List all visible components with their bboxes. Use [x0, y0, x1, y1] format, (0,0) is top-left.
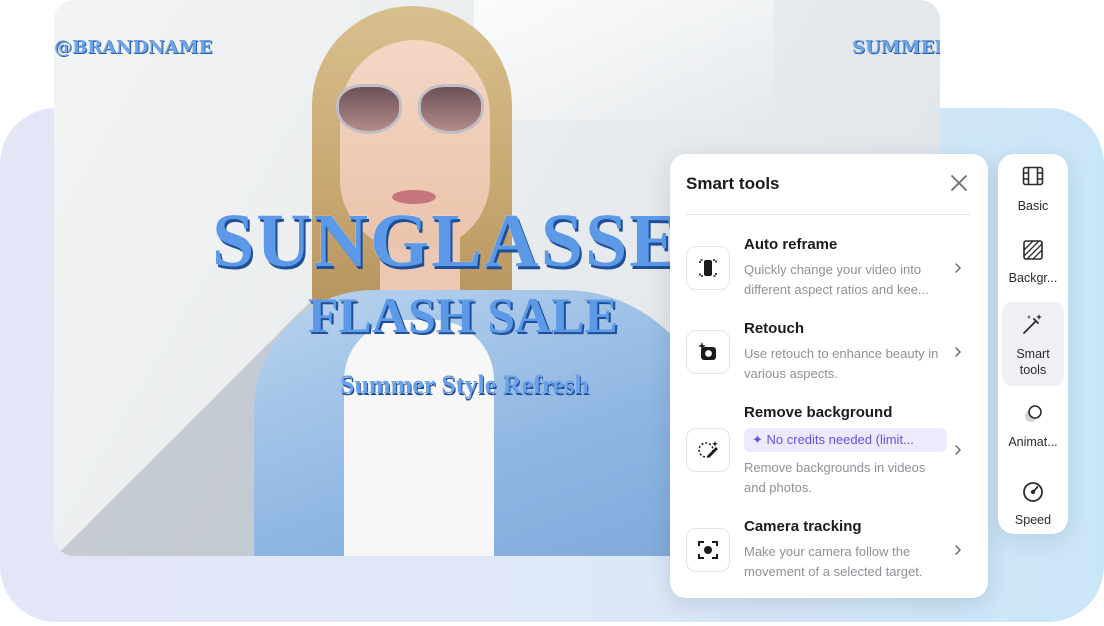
- rail-label: Animat...: [1008, 435, 1058, 449]
- smart-tools-panel: Smart tools Auto reframe Quickly change …: [670, 154, 988, 598]
- tool-auto-reframe[interactable]: Auto reframe Quickly change your video i…: [686, 236, 976, 302]
- property-rail: Basic Backgr... Smart tools Animat... Sp…: [998, 154, 1068, 534]
- brand-watermark-left: @BRANDNAME: [54, 37, 213, 58]
- rail-item-smart-tools[interactable]: Smart tools: [1002, 302, 1064, 386]
- animation-icon: [1025, 405, 1042, 422]
- tool-remove-background[interactable]: Remove background ✦ No credits needed (l…: [686, 404, 976, 498]
- tool-name: Auto reframe: [744, 236, 838, 253]
- magic-wand-icon: [1023, 314, 1042, 334]
- rail-label: Smart tools: [1016, 347, 1050, 377]
- tool-retouch[interactable]: Retouch Use retouch to enhance beauty in…: [686, 320, 976, 386]
- close-icon: [951, 175, 967, 191]
- chevron-right-icon: [955, 445, 962, 455]
- tool-name: Camera tracking: [744, 518, 862, 535]
- tool-description: Quickly change your video into different…: [744, 262, 929, 297]
- tool-description: Make your camera follow the movement of …: [744, 544, 923, 579]
- chevron-right-icon: [955, 545, 962, 555]
- tool-description: Remove backgrounds in videos and photos.: [744, 460, 926, 495]
- person-top: [344, 320, 494, 556]
- close-button[interactable]: [948, 172, 970, 194]
- rail-item-background[interactable]: Backgr...: [1002, 234, 1064, 300]
- rail-item-speed[interactable]: Speed: [1002, 472, 1064, 532]
- rail-label: Backgr...: [1008, 271, 1058, 285]
- wall-highlight: [474, 0, 774, 120]
- speed-icon: [1023, 482, 1043, 502]
- retouch-icon: [686, 330, 730, 374]
- sunglasses-lens-left: [336, 84, 402, 134]
- remove-background-icon: [686, 428, 730, 472]
- reframe-icon: [686, 246, 730, 290]
- rail-label: Speed: [1014, 513, 1052, 527]
- film-icon: [1022, 166, 1044, 186]
- panel-title: Smart tools: [686, 174, 780, 193]
- chevron-right-icon: [955, 347, 962, 357]
- no-credits-badge: ✦ No credits needed (limit...: [744, 428, 947, 452]
- tool-name: Retouch: [744, 320, 804, 337]
- camera-tracking-icon: [686, 528, 730, 572]
- chevron-right-icon: [955, 263, 962, 273]
- tool-description: Use retouch to enhance beauty in various…: [744, 346, 939, 381]
- rail-item-animation[interactable]: Animat...: [1002, 398, 1064, 460]
- rail-label: Basic: [1017, 199, 1049, 213]
- sunglasses-lens-right: [418, 84, 484, 134]
- panel-divider: [686, 214, 970, 215]
- tool-name: Remove background: [744, 404, 893, 421]
- rail-item-basic[interactable]: Basic: [1002, 158, 1064, 224]
- brand-watermark-right: SUMMER: [852, 37, 940, 58]
- tool-camera-tracking[interactable]: Camera tracking Make your camera follow …: [686, 518, 976, 584]
- background-icon: [1023, 240, 1043, 260]
